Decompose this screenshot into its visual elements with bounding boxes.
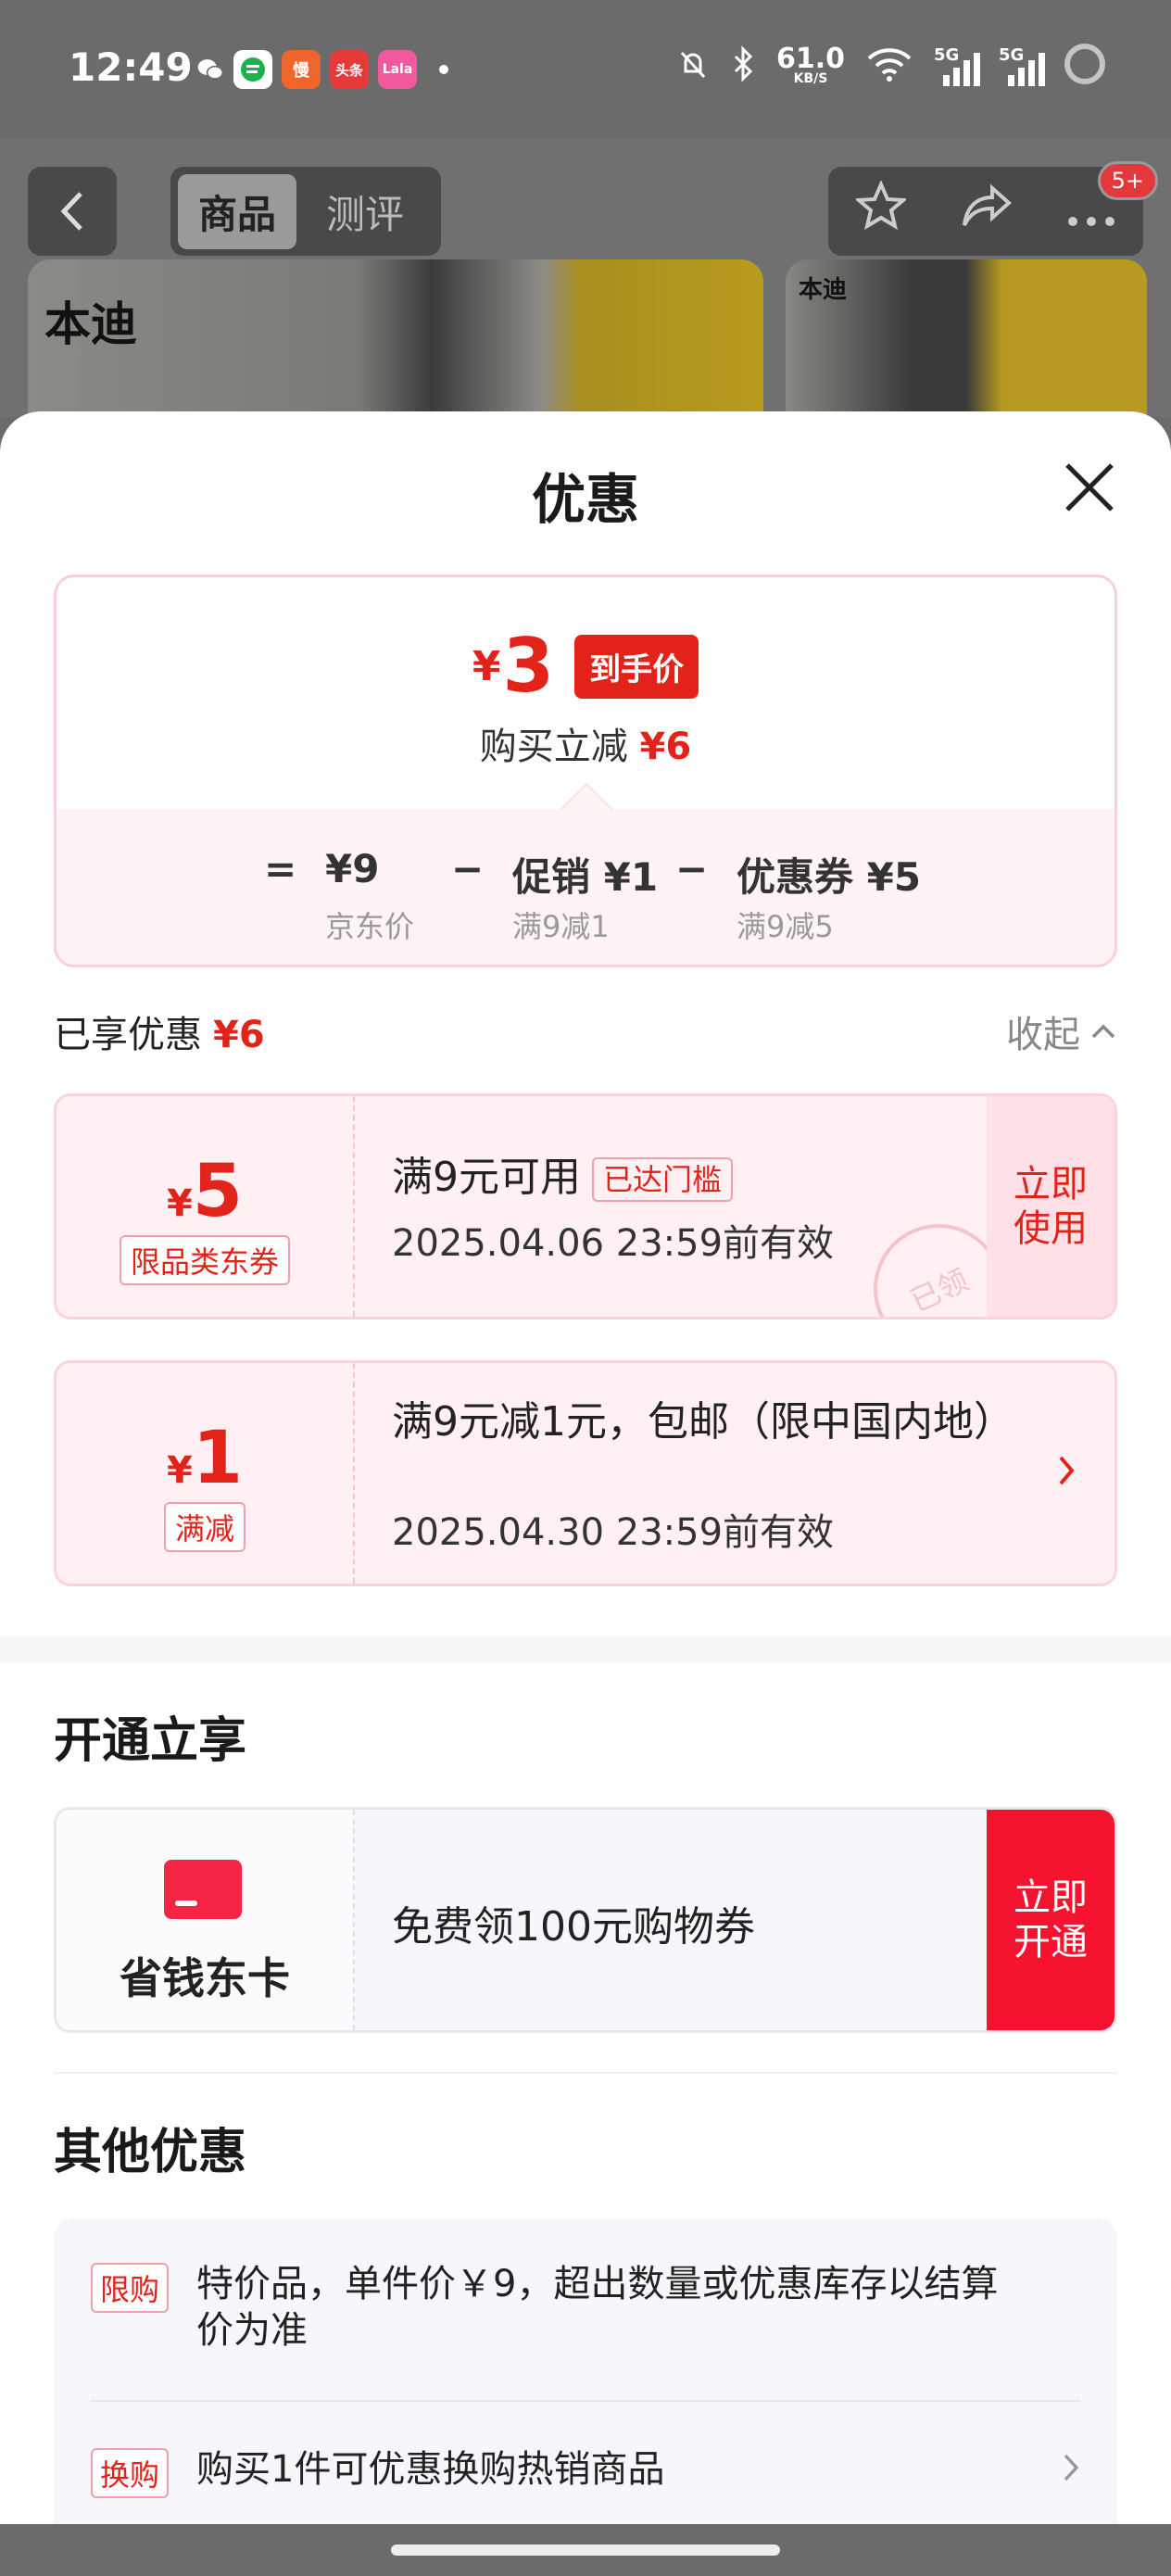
more-icon [1068,217,1115,226]
list-item-exchange[interactable]: 换购 购买1件可优惠换购热销商品 [91,2446,1080,2502]
final-price: ¥ 3 到手价 [57,629,1114,703]
header-actions [828,167,1143,256]
open-membership-button[interactable]: 立即开通 [987,1810,1114,2030]
app-icon-3: 头条 [330,50,369,89]
use-now-button[interactable]: 立即使用 [987,1096,1114,1317]
coupon-type-tag: 限品类东券 [119,1235,291,1285]
star-icon [853,180,908,231]
coupon-amount: ¥5 [166,1150,244,1233]
limit-text: 特价品，单件价￥9，超出数量或优惠库存以结算价为准 [196,2263,999,2352]
promotion-amount-area: ¥1 满减 [57,1363,355,1584]
mute-icon [674,45,711,86]
product-tabs: 商品 测评 [170,167,441,256]
signal-icon-1: 5G [934,45,980,86]
promotion-card[interactable]: ¥1 满减 满9元减1元，包邮（限中国内地） 2025.04.30 23:59前… [54,1360,1117,1586]
promotion-title: 满9元减1元，包邮（限中国内地） [392,1398,1014,1446]
formula-promo-label: 满9减1 [512,909,610,944]
app-icon-1 [233,50,272,89]
formula-promo: 促销 ¥1 [512,854,659,900]
final-price-box: ¥ 3 到手价 购买立减 ¥6 = ¥9 京东价 − 促销 ¥1 满9减1 − … [54,575,1117,967]
promotion-type-tag: 满减 [163,1502,246,1552]
chevron-left-icon [60,192,82,231]
net-speed: 61.0 KB/S [775,43,845,86]
card-icon [164,1860,242,1919]
promotion-expiry: 2025.04.30 23:59前有效 [392,1511,835,1554]
brand-logo: 本迪 [44,297,137,351]
tab-reviews[interactable]: 测评 [306,174,424,249]
formula-minus-1: − [451,846,485,891]
price-currency: ¥ [472,642,501,690]
coupon-card: ¥5 限品类东券 满9元可用 已达门槛 2025.04.06 23:59前有效 已… [54,1093,1117,1320]
battery-icon [1064,43,1106,89]
share-icon [962,183,1012,226]
price-value: 3 [502,623,555,709]
brand-logo-small: 本迪 [799,276,848,304]
exchange-tag: 换购 [91,2448,170,2498]
enjoyed-discount: 已享优惠 ¥6 [54,1014,265,1056]
membership-section-title: 开通立享 [54,1713,247,1769]
chevron-right-icon [1057,1446,1076,1498]
section-separator [0,1636,1171,1662]
status-time: 12:49 [69,44,193,90]
product-page-header: 商品 测评 5+ 本迪 本迪 [0,139,1171,445]
message-badge: 5+ [1097,161,1158,200]
close-icon[interactable] [1062,460,1117,515]
back-button[interactable] [28,167,117,256]
coupon-expiry: 2025.04.06 23:59前有效 [392,1222,835,1265]
formula-base-label: 京东价 [325,909,415,944]
chevron-right-icon [1062,2446,1080,2494]
collapse-button[interactable]: 收起 [1006,1004,1117,1058]
membership-card-left: 省钱东卡 [57,1810,355,2030]
coupon-amount-area: ¥5 限品类东券 [57,1096,355,1317]
discount-sheet: 优惠 ¥ 3 到手价 购买立减 ¥6 = ¥9 京东价 − 促销 ¥1 满9减1… [0,411,1171,2524]
promotion-amount: ¥1 [166,1417,244,1500]
app-icon-4: Lala [378,50,417,89]
home-indicator[interactable] [391,2544,780,2556]
status-bar: 12:49 慢 头条 Lala 61.0 KB/S 5G 5G [0,0,1171,139]
formula-minus-2: − [675,846,709,891]
divider [54,2072,1117,2074]
formula-coupon-label: 满9减5 [737,909,834,944]
tab-goods[interactable]: 商品 [178,173,297,249]
formula-base-price: ¥9 [325,846,380,891]
system-nav-bar [0,2524,1171,2576]
wechat-icon [196,50,224,89]
other-discounts-list: 限购 特价品，单件价￥9，超出数量或优惠库存以结算价为准 换购 购买1件可优惠换… [54,2218,1117,2524]
notification-icons: 慢 头条 Lala [196,50,448,89]
list-item: 限购 特价品，单件价￥9，超出数量或优惠库存以结算价为准 [91,2261,1080,2372]
bluetooth-icon [732,45,756,86]
other-discounts-title: 其他优惠 [54,2125,247,2180]
membership-card: 省钱东卡 免费领100元购物券 立即开通 [54,1807,1117,2033]
more-dot-icon [439,65,448,74]
coupon-title: 满9元可用 已达门槛 [392,1152,966,1204]
membership-name: 省钱东卡 [120,1953,290,2003]
favorite-button[interactable] [853,180,908,242]
chevron-up-icon [1091,1024,1115,1039]
final-price-summary: ¥ 3 到手价 购买立减 ¥6 [57,577,1114,809]
list-divider [91,2400,1080,2402]
threshold-badge: 已达门槛 [592,1157,734,1202]
system-icons: 61.0 KB/S 5G 5G [674,43,1106,89]
wifi-icon [865,45,913,86]
membership-description: 免费领100元购物券 [392,1903,755,1951]
exchange-text: 购买1件可优惠换购热销商品 [196,2448,665,2491]
limit-tag: 限购 [91,2263,170,2313]
formula-coupon: 优惠券 ¥5 [737,854,922,900]
formula-equals: = [264,846,297,891]
discount-summary: 购买立减 ¥6 [479,726,692,768]
app-icon-2: 慢 [282,50,321,89]
signal-icon-2: 5G [999,45,1045,86]
price-tag: 到手价 [574,634,699,699]
share-button[interactable] [961,183,1013,240]
sheet-title: 优惠 [531,468,639,531]
